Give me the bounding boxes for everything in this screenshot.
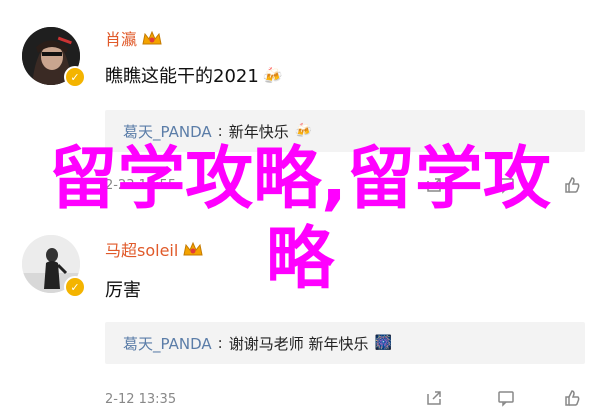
comment-text-content: 瞧瞧这能干的2021	[105, 66, 259, 87]
comment-timestamp: 2-12 13:35	[105, 392, 177, 407]
reply-text: 谢谢马老师 新年快乐	[228, 334, 369, 353]
firework-emoji-icon: 🎆	[374, 335, 392, 351]
reply-username[interactable]: 葛天_PANDA	[123, 333, 212, 354]
reply-separator: :	[217, 122, 223, 140]
comment-text: 瞧瞧这能干的2021 🍻	[105, 62, 283, 88]
beer-emoji-icon: 🍻	[262, 65, 283, 85]
comment-icon[interactable]	[497, 389, 515, 411]
username-text[interactable]: 肖瀛	[105, 26, 137, 50]
comment-username[interactable]: 肖瀛	[105, 26, 163, 50]
overlay-watermark-text: 留学攻略,留学攻略	[49, 140, 551, 299]
share-icon[interactable]	[425, 389, 443, 411]
like-icon[interactable]	[563, 389, 581, 411]
reply-username[interactable]: 葛天_PANDA	[123, 121, 212, 142]
crown-icon	[141, 29, 163, 47]
reply-text: 新年快乐	[228, 122, 289, 141]
reply-preview[interactable]: 葛天_PANDA : 谢谢马老师 新年快乐 🎆	[105, 322, 585, 364]
reply-separator: :	[217, 334, 223, 352]
beer-emoji-icon: 🍻	[294, 123, 313, 139]
verified-badge-icon: ✓	[64, 66, 86, 88]
